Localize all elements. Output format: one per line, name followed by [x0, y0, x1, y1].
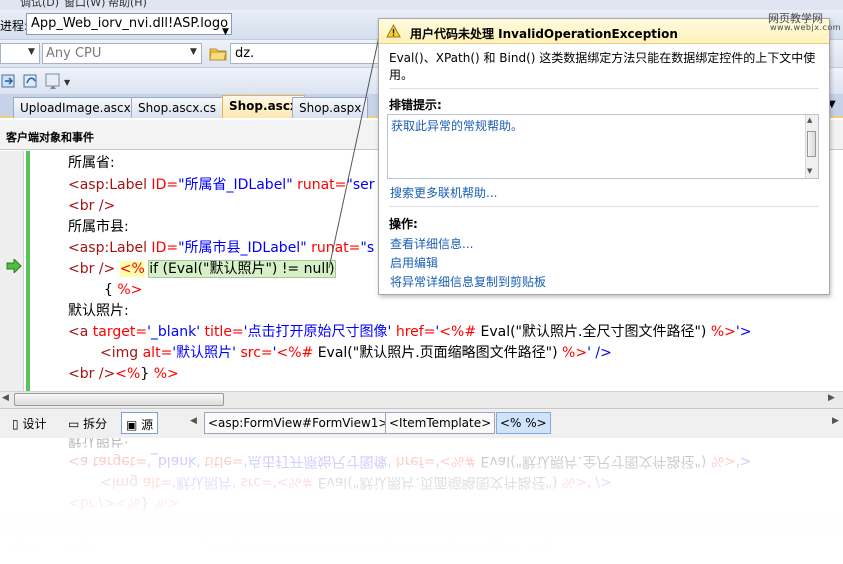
client-objects-events-combo[interactable]: 客户端对象和事件 [6, 129, 94, 145]
scroll-up-icon[interactable]: ▲ [807, 116, 812, 124]
code-line: <asp:Label ID="所属市县_IDLabel" runat="s [68, 240, 375, 256]
find-in-files-icon[interactable] [209, 45, 227, 61]
general-help-link[interactable]: 获取此异常的常规帮助。 [391, 117, 523, 134]
code-line: 所属省: [68, 155, 115, 171]
view-detail-link[interactable]: 查看详细信息... [390, 235, 473, 252]
breadcrumb-scroll-right-icon[interactable]: ▶ [832, 416, 839, 426]
tab-shop-aspx[interactable]: Shop.aspx [292, 97, 369, 118]
find-input[interactable]: dz. [230, 43, 380, 64]
scroll-down-icon[interactable]: ▼ [807, 167, 812, 175]
troubleshooting-scroll-thumb[interactable] [807, 131, 816, 157]
divider [389, 88, 819, 89]
current-statement-arrow-icon [6, 257, 22, 275]
exception-message: Eval()、XPath() 和 Bind() 这类数据绑定方法只能在数据绑定控… [389, 51, 816, 82]
troubleshooting-heading: 排错提示: [389, 98, 442, 112]
reflection-fade [0, 438, 843, 564]
step-over-icon[interactable] [22, 72, 40, 90]
code-line-current: <br /> <% if (Eval("默认照片") != null) [68, 260, 336, 278]
horizontal-scroll-thumb[interactable] [14, 393, 224, 406]
process-label: 进程: [0, 19, 26, 33]
scroll-right-icon[interactable]: ▶ [828, 393, 835, 403]
code-line: { %> [104, 282, 143, 298]
source-view-button[interactable]: ▣ 源 [121, 412, 159, 434]
chevron-down-icon[interactable]: ▼ [190, 47, 197, 57]
breadcrumb-code-block[interactable]: <% %> [496, 412, 551, 434]
code-line: <br /> [68, 198, 116, 214]
chevron-down-icon[interactable]: ▼ [28, 47, 35, 57]
code-line: 所属市县: [68, 219, 129, 235]
menu-item-debug[interactable]: 调试(D) [20, 0, 59, 10]
divider [389, 206, 819, 207]
breakpoint-window-icon[interactable] [44, 72, 62, 90]
scroll-left-icon[interactable]: ◀ [2, 393, 9, 403]
step-icon[interactable] [0, 72, 18, 90]
exception-title: 用户代码未处理 InvalidOperationException [410, 27, 678, 41]
actions-heading: 操作: [389, 217, 418, 231]
source-icon: ▣ [126, 418, 138, 432]
code-line: <a target='_blank' title='点击打开原始尺寸图像' hr… [68, 324, 752, 340]
warning-icon [386, 23, 401, 38]
code-line: 默认照片: [68, 303, 129, 319]
process-combo[interactable]: App_Web_iorv_nvi.dll!ASP.logo [26, 13, 232, 35]
tab-shop-ascx-cs[interactable]: Shop.ascx.cs [131, 97, 223, 118]
breadcrumb-itemtemplate[interactable]: <ItemTemplate> [385, 412, 496, 434]
saved-changes-bar [26, 151, 30, 391]
breadcrumb-scroll-left-icon[interactable]: ◀ [190, 416, 197, 426]
search-online-help-link[interactable]: 搜索更多联机帮助... [390, 184, 497, 201]
code-line: <asp:Label ID="所属省_IDLabel" runat="ser [68, 177, 375, 193]
design-icon: ▯ [12, 417, 19, 431]
copy-exception-detail-link[interactable]: 将异常详细信息复制到剪贴板 [390, 273, 546, 290]
menu-item-window[interactable]: 窗口(W) [64, 0, 105, 10]
tab-uploadimage-ascx[interactable]: UploadImage.ascx [13, 97, 138, 118]
menu-bar: 调试(D) 窗口(W) 帮助(H) [0, 0, 843, 10]
split-view-button[interactable]: ▭ 拆分 [64, 412, 111, 434]
split-icon: ▭ [68, 417, 80, 431]
enable-editing-link[interactable]: 启用编辑 [390, 254, 438, 271]
breadcrumb-formview[interactable]: <asp:FormView#FormView1> [204, 412, 393, 434]
platform-combo[interactable]: Any CPU [42, 43, 202, 64]
code-line: <img alt='默认照片' src='<%# Eval("默认照片.页面缩略… [100, 345, 612, 361]
watermark-url: www.webjx.com [770, 23, 842, 32]
design-view-button[interactable]: ▯ 设计 [8, 412, 50, 434]
menu-item-help[interactable]: 帮助(H) [108, 0, 147, 10]
process-dropdown-icon[interactable]: ▼ [222, 27, 229, 37]
code-line: <br /><%} %> [68, 366, 179, 382]
chevron-down-icon[interactable]: ▼ [64, 78, 70, 87]
